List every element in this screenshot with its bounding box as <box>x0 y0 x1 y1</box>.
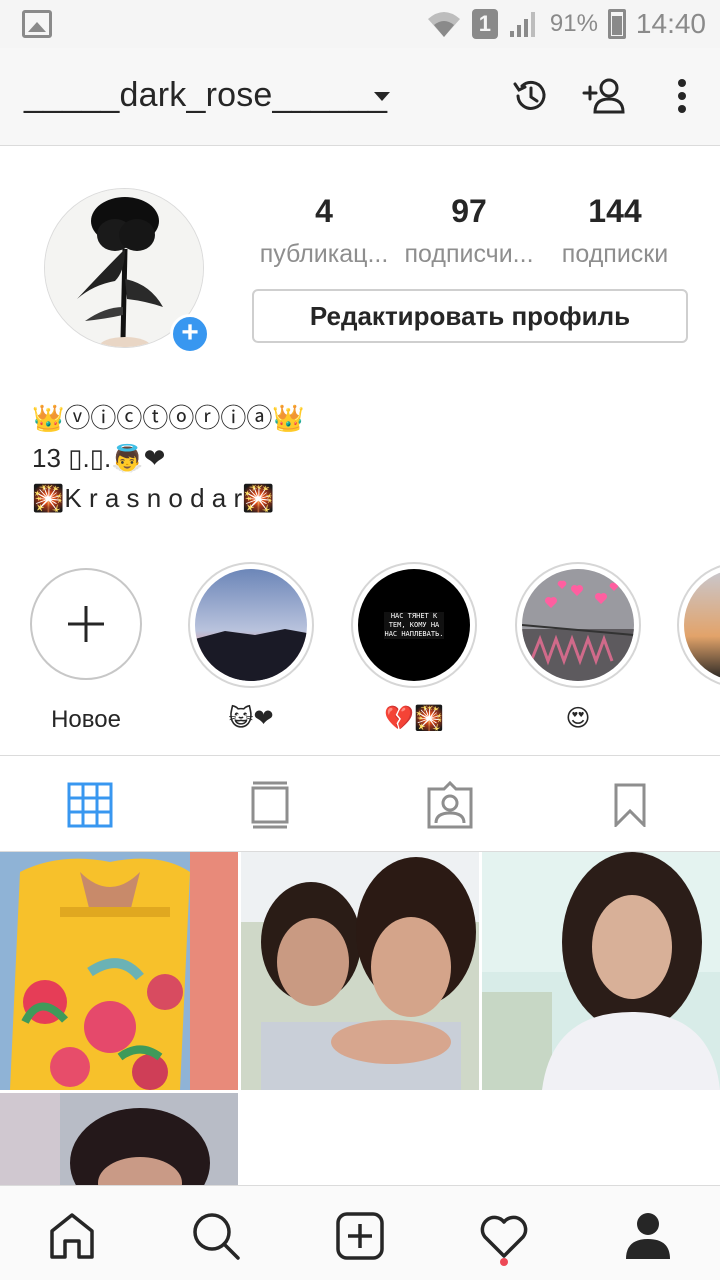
stat-following[interactable]: 144 подписки <box>540 192 690 269</box>
bio-line-name: 👑ⓥⓘⓒⓣⓞⓡⓘⓐ👑 <box>32 403 305 433</box>
highlight-cover: НАС ТЯНЕТ К ТЕМ, КОМУ НА НАС НАПЛЕВАТЬ. <box>358 569 470 681</box>
feed-icon <box>251 781 289 829</box>
post-thumbnail[interactable] <box>482 852 720 1090</box>
notification-dot <box>500 1258 508 1266</box>
stat-posts[interactable]: 4 публикац... <box>249 192 399 269</box>
plus-icon <box>68 606 104 642</box>
nav-profile[interactable] <box>618 1206 678 1266</box>
highlight-item[interactable]: НАС ТЯНЕТ К ТЕМ, КОМУ НА НАС НАПЛЕВАТЬ. … <box>349 562 479 733</box>
new-highlight-circle[interactable] <box>30 568 142 680</box>
stat-followers-label: подписчи... <box>404 240 534 268</box>
clock: 14:40 <box>635 8 706 39</box>
tab-tagged[interactable] <box>420 778 480 832</box>
wifi-icon <box>427 12 460 37</box>
nav-search[interactable] <box>186 1206 246 1266</box>
nav-home[interactable] <box>42 1206 102 1266</box>
tagged-icon <box>427 781 473 829</box>
profile-icon <box>626 1213 670 1259</box>
more-vertical-icon[interactable] <box>656 70 708 122</box>
status-icons: 1 91% 14:40 <box>426 0 706 48</box>
bio: 👑ⓥⓘⓒⓣⓞⓡⓘⓐ👑 13 ▯.▯.👼❤ 🎇K r a s n o d a r🎇 <box>32 398 305 518</box>
stat-posts-count: 4 <box>315 193 333 229</box>
highlight-caption: Новое <box>51 706 121 733</box>
nav-add-post[interactable] <box>330 1206 390 1266</box>
search-icon <box>193 1213 240 1260</box>
highlight-new[interactable]: Новое <box>21 562 151 734</box>
highlight-item[interactable]: 😍 <box>513 562 643 733</box>
stat-followers[interactable]: 97 подписчи... <box>394 192 544 269</box>
bottom-navigation <box>0 1185 720 1280</box>
stat-following-count: 144 <box>588 193 642 229</box>
tab-grid[interactable] <box>60 778 120 832</box>
edit-profile-button[interactable]: Редактировать профиль <box>252 289 688 343</box>
post-thumbnail[interactable] <box>0 1093 238 1185</box>
chevron-down-icon[interactable] <box>374 92 390 101</box>
stat-following-label: подписки <box>561 240 669 268</box>
add-person-icon[interactable] <box>578 70 630 122</box>
battery-icon <box>607 9 626 39</box>
activity-icon <box>480 1215 528 1258</box>
highlight-cover-text: НАС ТЯНЕТ К ТЕМ, КОМУ НА НАС НАПЛЕВАТЬ. <box>384 611 444 639</box>
home-icon <box>50 1213 94 1259</box>
sim-icon: 1 <box>471 9 498 39</box>
highlight-item[interactable]: 😺❤ <box>186 562 316 733</box>
stat-followers-count: 97 <box>451 193 487 229</box>
gallery-notification-icon <box>22 10 52 38</box>
status-bar: 1 91% 14:40 <box>0 0 720 48</box>
signal-icon <box>509 12 535 37</box>
saved-icon <box>614 783 646 827</box>
bio-line-age: 13 ▯.▯.👼❤ <box>32 443 166 473</box>
highlight-caption: 😍 <box>565 705 591 732</box>
highlight-cover <box>195 569 307 681</box>
stat-posts-label: публикац... <box>259 240 389 268</box>
nav-activity[interactable] <box>474 1206 534 1266</box>
bio-line-city: 🎇K r a s n o d a r🎇 <box>32 483 275 513</box>
username-switcher[interactable]: _____dark_rose______ <box>24 76 387 115</box>
post-thumbnail[interactable] <box>0 852 238 1090</box>
highlight-item-partial[interactable] <box>677 562 720 688</box>
battery-percent: 91% <box>549 10 598 37</box>
highlight-caption: 💔🎇 <box>384 705 444 732</box>
grid-icon <box>67 782 113 828</box>
highlight-caption: 😺❤ <box>228 705 274 732</box>
post-thumbnail[interactable] <box>241 852 479 1090</box>
highlight-cover <box>522 569 634 681</box>
divider <box>0 755 720 756</box>
highlight-cover <box>684 569 720 681</box>
tab-feed[interactable] <box>240 778 300 832</box>
tab-saved[interactable] <box>600 778 660 832</box>
profile-header: _____dark_rose______ <box>0 48 720 146</box>
add-post-icon <box>336 1212 384 1260</box>
history-icon[interactable] <box>504 70 556 122</box>
add-story-button[interactable]: + <box>170 314 210 354</box>
